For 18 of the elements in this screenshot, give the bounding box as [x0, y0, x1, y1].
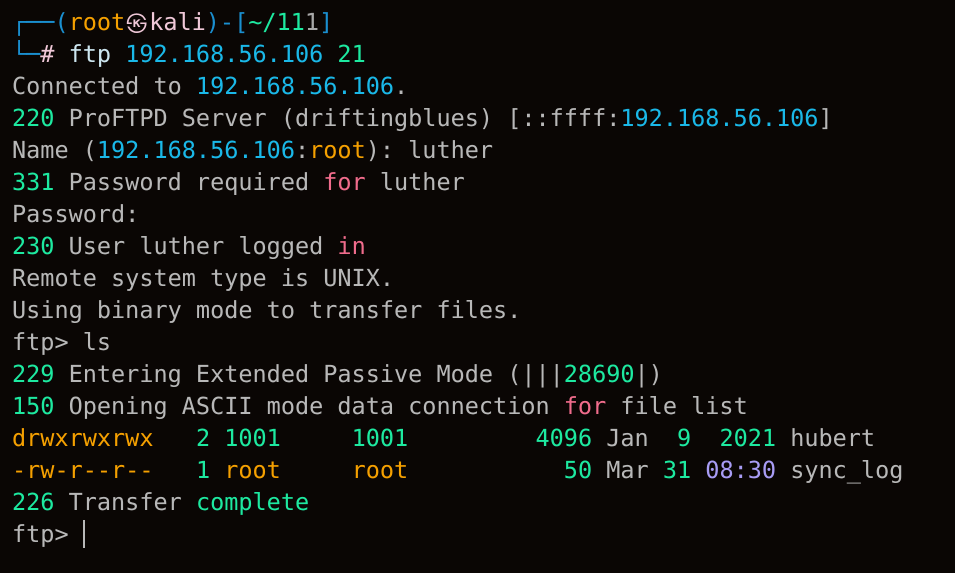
terminal-line: 220 ProFTPD Server (driftingblues) [::ffff:192.168.56.106]	[12, 103, 833, 134]
terminal-line: drwxrwxrwx 2 1001 1001 4096 Jan 9 2021 hubert	[12, 423, 876, 454]
terminal-line: 331 Password required for luther	[12, 167, 465, 198]
terminal-line: └─# ftp 192.168.56.106 21	[12, 39, 366, 70]
terminal-line: Password:	[12, 199, 140, 230]
terminal-line: Name (192.168.56.106:root): luther	[12, 135, 494, 166]
terminal-line: 229 Entering Extended Passive Mode (|||28690|)	[12, 359, 663, 390]
terminal-line: Connected to 192.168.56.106.	[12, 71, 408, 102]
terminal-line: 230 User luther logged in	[12, 231, 366, 262]
terminal-line: Using binary mode to transfer files.	[12, 295, 522, 326]
terminal-line: Remote system type is UNIX.	[12, 263, 394, 294]
terminal-line: ftp> ls	[12, 327, 112, 358]
terminal-line: 226 Transfer complete	[12, 487, 310, 518]
terminal-line: 150 Opening ASCII mode data connection for file list	[12, 391, 748, 422]
terminal-prompt: ftp>	[12, 519, 70, 550]
terminal-line: ┌──(root㉿kali)-[~/111]	[12, 7, 334, 38]
text-cursor	[82, 520, 85, 548]
terminal-line: -rw-r--r-- 1 root root 50 Mar 31 08:30 sync_log	[12, 455, 904, 486]
